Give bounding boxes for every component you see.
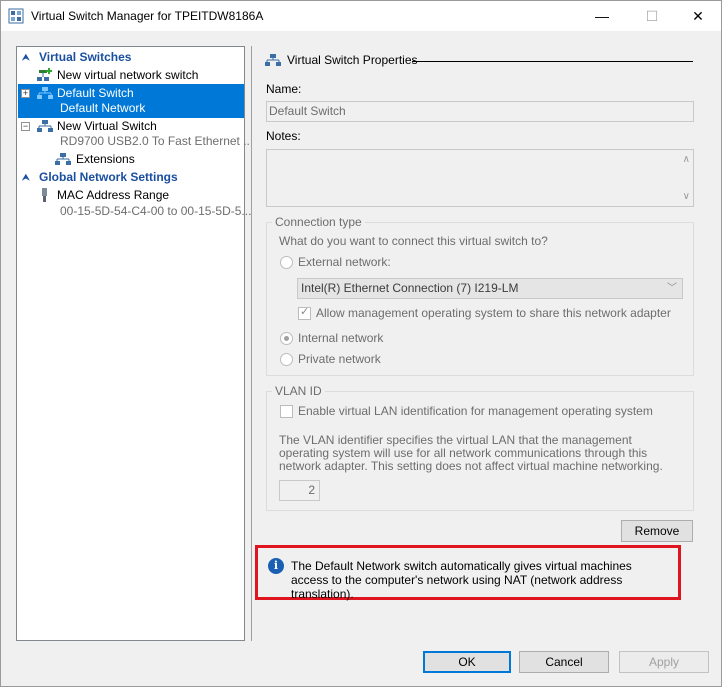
vlan-description: The VLAN identifier specifies the virtua…: [279, 433, 663, 473]
ok-button[interactable]: OK: [423, 651, 511, 673]
mac-address-range-item[interactable]: MAC Address Range: [17, 187, 244, 204]
network-cable-icon: [42, 188, 47, 202]
title-bar: Virtual Switch Manager for TPEITDW8186A …: [1, 1, 721, 31]
global-network-settings-section[interactable]: ⮝ Global Network Settings: [17, 169, 244, 186]
private-network-label: Private network: [298, 352, 381, 366]
external-network-radio[interactable]: [280, 256, 293, 269]
connection-type-legend: Connection type: [272, 215, 365, 229]
default-switch-subtitle: Default Network: [60, 101, 146, 115]
allow-management-label: Allow management operating system to sha…: [316, 306, 671, 320]
switch-icon: [37, 120, 53, 132]
network-adapter-value: Intel(R) Ethernet Connection (7) I219-LM: [301, 281, 519, 295]
new-switch-label: New virtual network switch: [57, 68, 199, 82]
virtual-switches-section[interactable]: ⮝ Virtual Switches: [17, 49, 244, 66]
extensions-label: Extensions: [76, 152, 135, 166]
remove-button[interactable]: Remove: [621, 520, 693, 542]
scroll-up-icon[interactable]: ∧: [683, 154, 690, 165]
title-divider: [412, 61, 693, 62]
section-label: Virtual Switches: [39, 50, 132, 64]
maximize-button[interactable]: ☐: [629, 1, 675, 31]
info-message: i The Default Network switch automatical…: [255, 545, 681, 601]
minimize-button[interactable]: —: [579, 1, 625, 31]
virtual-switch-manager-window: Virtual Switch Manager for TPEITDW8186A …: [0, 0, 722, 687]
new-switch-item[interactable]: New virtual network switch: [17, 67, 244, 84]
apply-button[interactable]: Apply: [619, 651, 709, 673]
info-icon: i: [268, 558, 284, 574]
properties-group-title: Virtual Switch Properties: [265, 53, 418, 67]
add-switch-icon: [37, 68, 52, 81]
internal-network-radio[interactable]: [280, 332, 293, 345]
new-virtual-switch-subtitle: RD9700 USB2.0 To Fast Ethernet ...: [60, 134, 254, 148]
scroll-down-icon[interactable]: ∨: [683, 191, 690, 202]
internal-network-label: Internal network: [298, 331, 384, 345]
name-field[interactable]: Default Switch: [266, 101, 694, 122]
mac-address-range-label: MAC Address Range: [57, 188, 170, 202]
section-label: Global Network Settings: [39, 170, 178, 184]
enable-vlan-checkbox[interactable]: [280, 405, 293, 418]
properties-title: Virtual Switch Properties: [287, 53, 418, 67]
vlan-legend: VLAN ID: [272, 384, 325, 398]
mac-address-range-subtitle: 00-15-5D-54-C4-00 to 00-15-5D-5...: [60, 204, 252, 218]
collapse-chevron-icon[interactable]: ⮝: [22, 171, 32, 183]
app-icon: [8, 8, 24, 24]
window-title: Virtual Switch Manager for TPEITDW8186A: [31, 9, 264, 23]
collapse-icon[interactable]: −: [21, 122, 30, 131]
allow-management-checkbox[interactable]: [298, 305, 311, 320]
chevron-down-icon: ﹀: [667, 283, 677, 294]
collapse-chevron-icon[interactable]: ⮝: [22, 51, 32, 63]
external-network-label: External network:: [298, 255, 391, 269]
connection-question: What do you want to connect this virtual…: [279, 234, 548, 248]
private-network-radio[interactable]: [280, 353, 293, 366]
close-button[interactable]: ✕: [675, 1, 721, 31]
cancel-button[interactable]: Cancel: [519, 651, 609, 673]
expand-icon[interactable]: +: [21, 89, 30, 98]
extensions-item[interactable]: Extensions: [17, 151, 244, 168]
info-text: The Default Network switch automatically…: [291, 559, 632, 601]
switch-tree-pane: ⮝ Virtual Switches New virtual network s…: [16, 46, 253, 641]
network-adapter-select[interactable]: Intel(R) Ethernet Connection (7) I219-LM…: [297, 278, 683, 299]
vlan-id-field[interactable]: 2: [279, 480, 320, 501]
notes-label: Notes:: [266, 129, 301, 143]
enable-vlan-label: Enable virtual LAN identification for ma…: [298, 404, 653, 418]
switch-icon: [265, 54, 281, 66]
switch-icon: [37, 87, 53, 99]
extensions-icon: [55, 153, 71, 165]
name-label: Name:: [266, 82, 302, 96]
notes-field[interactable]: ∧ ∨: [266, 149, 694, 207]
